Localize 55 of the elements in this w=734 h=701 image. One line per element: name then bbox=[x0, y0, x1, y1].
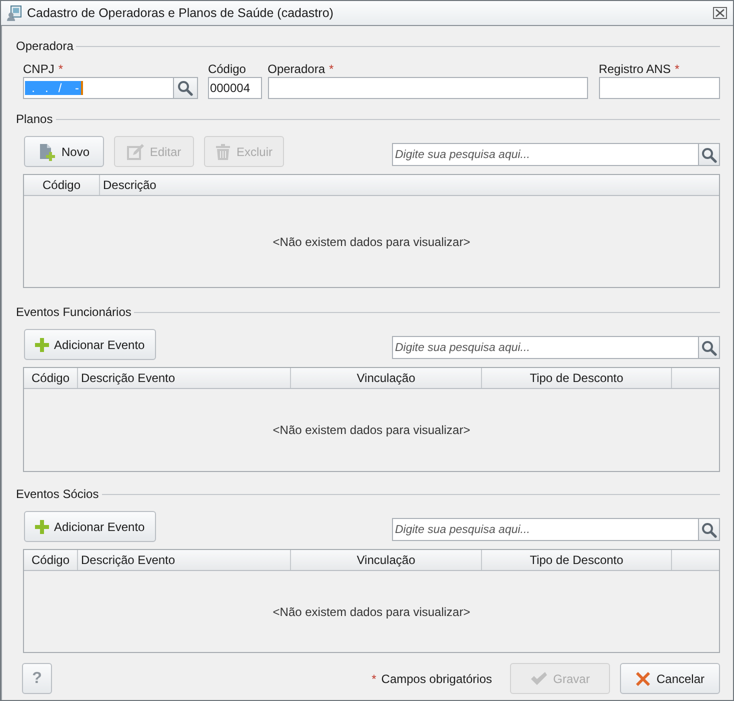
add-button[interactable]: Adicionar Evento bbox=[24, 329, 156, 360]
required-mark: * bbox=[58, 62, 64, 76]
search-button[interactable] bbox=[698, 143, 720, 166]
field-label: Operadora bbox=[268, 62, 325, 76]
field-value: . . / - bbox=[25, 81, 84, 95]
input-field[interactable]: 000004 bbox=[208, 77, 262, 99]
add-button[interactable]: Adicionar Evento bbox=[24, 511, 156, 542]
empty-message: <Não existem dados para visualizar> bbox=[272, 234, 470, 248]
column-header[interactable]: Código bbox=[24, 175, 100, 195]
column-header[interactable]: Vinculação bbox=[291, 550, 482, 570]
column-header[interactable]: Tipo de Desconto bbox=[482, 550, 672, 570]
column-header[interactable]: Descrição Evento bbox=[78, 368, 291, 388]
empty-message: <Não existem dados para visualizar> bbox=[272, 423, 470, 437]
edit-icon bbox=[126, 142, 145, 160]
search-icon bbox=[701, 340, 717, 356]
search-icon bbox=[177, 80, 194, 96]
new-button[interactable]: Novo bbox=[24, 136, 104, 167]
trash-icon bbox=[215, 142, 232, 160]
input-field[interactable] bbox=[268, 77, 588, 99]
input-field[interactable] bbox=[598, 77, 720, 99]
empty-message: <Não existem dados para visualizar> bbox=[272, 604, 470, 618]
checkmark-icon bbox=[530, 672, 548, 686]
search-icon bbox=[701, 522, 717, 538]
plus-icon bbox=[35, 520, 49, 534]
column-header[interactable]: Descrição bbox=[100, 175, 719, 195]
required-mark: * bbox=[329, 62, 334, 76]
search-field[interactable]: Digite sua pesquisa aqui... bbox=[392, 336, 698, 359]
field-label: Código bbox=[208, 62, 246, 76]
search-button[interactable] bbox=[698, 518, 720, 541]
column-header[interactable]: Vinculação bbox=[291, 368, 482, 388]
search-field[interactable]: Digite sua pesquisa aqui... bbox=[392, 143, 698, 166]
plus-icon bbox=[35, 338, 49, 352]
section-title: Operadora bbox=[16, 39, 74, 53]
section-title: Planos bbox=[16, 112, 53, 126]
column-header[interactable]: Código bbox=[24, 368, 78, 388]
close-icon[interactable] bbox=[713, 7, 727, 19]
close-icon bbox=[635, 670, 652, 686]
section-title: Eventos Sócios bbox=[16, 487, 99, 501]
field-value: 000004 bbox=[210, 81, 250, 95]
new-document-icon bbox=[38, 142, 56, 160]
search-icon bbox=[701, 146, 717, 162]
column-header[interactable]: Código bbox=[24, 550, 78, 570]
required-fields-note: * Campos obrigatórios bbox=[372, 672, 492, 686]
app-icon bbox=[7, 5, 23, 21]
search-field[interactable]: Digite sua pesquisa aqui... bbox=[392, 518, 698, 541]
column-header[interactable]: Tipo de Desconto bbox=[482, 368, 672, 388]
field-label: CNPJ bbox=[23, 62, 54, 76]
required-mark: * bbox=[674, 62, 680, 76]
cancel-button[interactable]: Cancelar bbox=[620, 663, 720, 694]
column-header[interactable]: Descrição Evento bbox=[78, 550, 291, 570]
window-title: Cadastro de Operadoras e Planos de Saúde (cadastro) bbox=[27, 6, 334, 20]
search-button[interactable] bbox=[698, 336, 720, 359]
search-button[interactable] bbox=[174, 77, 198, 99]
field-label: Registro ANS bbox=[598, 62, 671, 76]
section-title: Eventos Funcionários bbox=[16, 305, 132, 319]
